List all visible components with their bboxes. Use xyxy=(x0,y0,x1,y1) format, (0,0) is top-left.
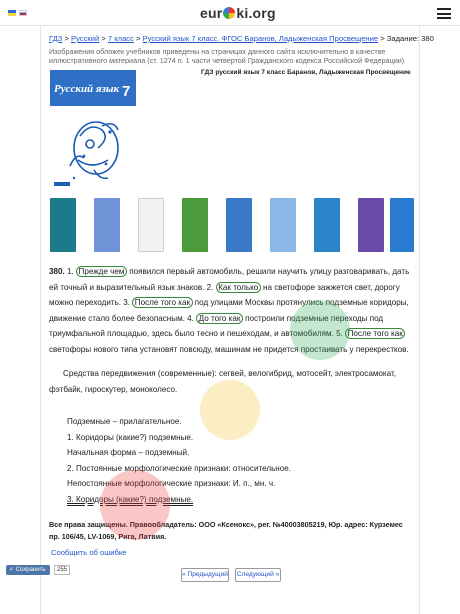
book-thumbnail[interactable] xyxy=(94,198,120,252)
cover-grade: 7 xyxy=(122,83,130,100)
related-books xyxy=(50,198,414,254)
conjunction-mark: До того как xyxy=(196,312,243,324)
book-thumbnail[interactable] xyxy=(226,198,252,252)
rights-notice: Все права защищены. Правообладатель: ООО… xyxy=(49,520,403,541)
conjunction-mark: Как только xyxy=(215,281,261,293)
conjunction-mark: После того как xyxy=(132,297,193,309)
vk-share-button[interactable]: ✓ Сохранить xyxy=(6,565,50,575)
next-button[interactable]: Следующий » xyxy=(235,568,281,582)
vk-icon: ✓ xyxy=(9,567,16,573)
cover-title: Русский язык xyxy=(54,83,120,95)
breadcrumb-book[interactable]: Русский язык 7 класс. ФГОС Баранов, Лады… xyxy=(143,34,379,43)
book-thumbnail[interactable] xyxy=(314,198,340,252)
exercise-paragraph-1: 380. 1. Прежде чем появился первый автом… xyxy=(49,266,410,354)
hamburger-menu-icon[interactable] xyxy=(437,8,451,19)
top-bar: eur ki.org xyxy=(0,0,460,26)
book-thumbnail[interactable] xyxy=(390,198,414,252)
copyright-notice: Изображения обложек учебников приведены … xyxy=(49,47,405,65)
book-thumbnail[interactable] xyxy=(270,198,296,252)
prev-button[interactable]: « Предыдущий xyxy=(181,568,229,582)
book-thumbnail[interactable] xyxy=(50,198,76,252)
book-cover-illustration: Русский язык 7 xyxy=(50,70,136,186)
breadcrumb-grade[interactable]: 7 класс xyxy=(108,34,134,43)
book-thumbnail[interactable] xyxy=(138,198,164,252)
watermark-decoration xyxy=(200,380,260,440)
breadcrumb-russian[interactable]: Русский xyxy=(71,34,99,43)
report-error-link[interactable]: Сообщить об ошибке xyxy=(51,548,127,557)
task-label: Задание: 380 xyxy=(386,34,434,43)
exercise-number: 380. xyxy=(49,267,65,276)
share-count: 255 xyxy=(54,565,70,575)
conjunction-mark: После того как xyxy=(345,328,406,340)
conjunction-mark: Прежде чем xyxy=(76,266,127,277)
watermark-decoration xyxy=(100,470,170,540)
ua-flag-icon[interactable] xyxy=(8,10,16,16)
site-logo[interactable]: eur ki.org xyxy=(200,5,276,21)
book-thumbnail[interactable] xyxy=(358,198,384,252)
cover-caption: ГДЗ русский язык 7 класс Баранов, Ладыже… xyxy=(201,69,411,76)
book-thumbnail[interactable] xyxy=(182,198,208,252)
analysis-line: Начальная форма – подземный. xyxy=(67,448,190,458)
logo-circle-icon xyxy=(223,7,236,19)
book-cover[interactable]: Русский язык 7 xyxy=(50,70,136,212)
ru-flag-icon[interactable] xyxy=(19,10,27,16)
breadcrumb-gdz[interactable]: ГДЗ xyxy=(49,34,62,43)
content-page: ГДЗ > Русский > 7 класс > Русский язык 7… xyxy=(40,26,434,614)
breadcrumb: ГДЗ > Русский > 7 класс > Русский язык 7… xyxy=(49,34,434,43)
watermark-decoration xyxy=(290,300,350,360)
